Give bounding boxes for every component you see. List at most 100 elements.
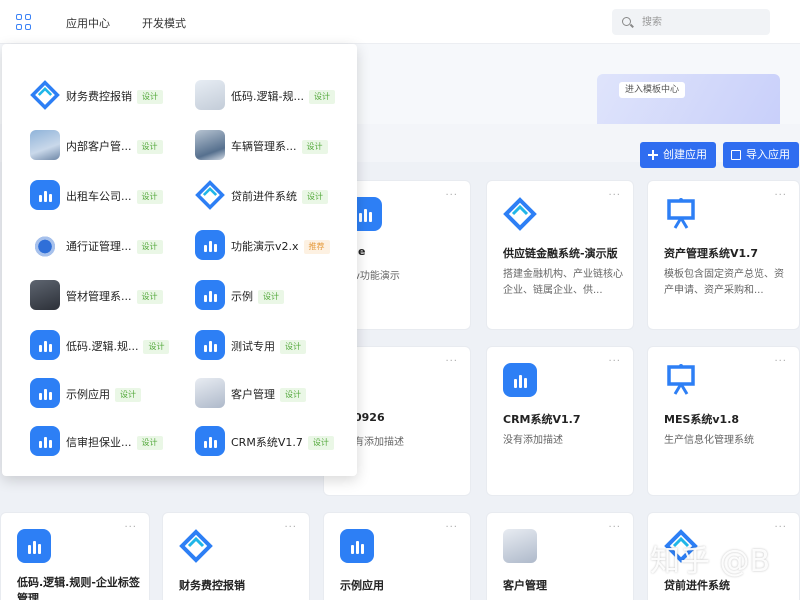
- card-desc: 生产信息化管理系统: [664, 435, 754, 446]
- more-icon[interactable]: ···: [445, 523, 458, 533]
- dropdown-item-label: 车辆管理系... 设计: [231, 138, 328, 154]
- dropdown-item[interactable]: 信审担保业... 设计: [30, 426, 195, 458]
- card-title: MES系统v1.8: [664, 413, 740, 426]
- design-badge: 设计: [136, 140, 163, 154]
- card-title: 0926: [354, 411, 385, 424]
- design-badge: 设计: [137, 90, 163, 104]
- more-icon[interactable]: ···: [124, 523, 137, 533]
- more-icon[interactable]: ···: [774, 357, 787, 367]
- dropdown-item[interactable]: 出租车公司... 设计: [30, 180, 195, 212]
- dropdown-item[interactable]: 客户管理 设计: [195, 378, 360, 410]
- search-input[interactable]: [642, 14, 762, 30]
- diamond-logo-icon: [30, 80, 60, 110]
- app-grid-icon[interactable]: [16, 14, 32, 30]
- more-icon[interactable]: ···: [774, 523, 787, 533]
- create-app-label: 创建应用: [663, 148, 707, 161]
- dropdown-item-label: 出租车公司... 设计: [66, 188, 163, 204]
- dropdown-item[interactable]: 功能演示v2.x 推荐: [195, 230, 360, 262]
- card-desc: 没有添加描述: [503, 435, 563, 446]
- bar-chart-app-icon: [30, 180, 60, 210]
- more-icon[interactable]: ···: [445, 191, 458, 201]
- app-card[interactable]: ··· 供应链金融系统-演示版 搭建金融机构、产业链核心企业、链属企业、供...: [486, 180, 634, 330]
- dropdown-item[interactable]: 示例应用 设计: [30, 378, 195, 410]
- car-photo-icon: [195, 130, 225, 160]
- dropdown-item-label: 通行证管理... 设计: [66, 238, 163, 254]
- dropdown-item-label: 低码.逻辑-规... 设计: [231, 88, 335, 104]
- card-title: 客户管理: [503, 579, 547, 592]
- design-badge: 设计: [258, 290, 284, 304]
- dropdown-item[interactable]: 测试专用 设计: [195, 330, 360, 362]
- card-title: 供应链金融系统-演示版: [503, 247, 618, 260]
- import-app-button[interactable]: 导入应用: [723, 142, 799, 168]
- more-icon[interactable]: ···: [608, 523, 621, 533]
- more-icon[interactable]: ···: [608, 191, 621, 201]
- dropdown-item[interactable]: 贷前进件系统 设计: [195, 180, 360, 212]
- card-desc: 搭建金融机构、产业链核心企业、链属企业、供...: [503, 269, 623, 296]
- enter-template-center-button[interactable]: 进入模板中心: [619, 82, 686, 98]
- bar-chart-app-icon: [30, 426, 60, 456]
- globe-network-icon: [30, 230, 60, 260]
- diamond-logo-icon: [503, 197, 537, 231]
- bar-chart-app-icon: [195, 426, 225, 456]
- cube-3d-icon: [195, 378, 225, 408]
- app-card[interactable]: ··· 资产管理系统V1.7 模板包含固定资产总览、资产申请、资产采购和...: [647, 180, 800, 330]
- dropdown-item[interactable]: 示例 设计: [195, 280, 360, 312]
- dropdown-item[interactable]: 车辆管理系... 设计: [195, 130, 360, 162]
- dropdown-item[interactable]: 管材管理系... 设计: [30, 280, 195, 312]
- dropdown-item[interactable]: 内部客户管... 设计: [30, 130, 195, 162]
- nav-dev-mode[interactable]: 开发模式: [142, 15, 186, 31]
- dropdown-item[interactable]: CRM系统V1.7 设计: [195, 426, 360, 458]
- top-bar: 应用中心 开发模式: [0, 0, 800, 44]
- card-title: 财务费控报销: [179, 579, 245, 592]
- card-title: 资产管理系统V1.7: [664, 247, 758, 260]
- dropdown-item[interactable]: 通行证管理... 设计: [30, 230, 195, 262]
- design-badge: 设计: [301, 140, 328, 154]
- nav-app-center[interactable]: 应用中心: [66, 15, 110, 31]
- design-badge: 设计: [136, 290, 163, 304]
- bar-chart-app-icon: [195, 230, 225, 260]
- app-card[interactable]: ··· CRM系统V1.7 没有添加描述: [486, 346, 634, 496]
- dropdown-item[interactable]: 低码.逻辑-规... 设计: [195, 80, 360, 112]
- diamond-logo-icon: [179, 529, 213, 563]
- app-card[interactable]: ··· 低码.逻辑.规则-企业标签管理: [0, 512, 150, 600]
- app-card[interactable]: ··· 客户管理: [486, 512, 634, 600]
- search-icon: [622, 17, 631, 26]
- app-card[interactable]: ··· 财务费控报销: [162, 512, 310, 600]
- design-badge: 设计: [280, 340, 306, 354]
- dropdown-item-label: 管材管理系... 设计: [66, 288, 163, 304]
- card-desc: 模板包含固定资产总览、资产申请、资产采购和...: [664, 269, 784, 296]
- card-desc: 有添加描述: [354, 437, 404, 448]
- more-icon[interactable]: ···: [445, 357, 458, 367]
- design-badge: 设计: [143, 340, 170, 354]
- watermark: 知乎 @B: [650, 544, 771, 579]
- import-app-label: 导入应用: [746, 148, 790, 161]
- bar-chart-app-icon: [195, 330, 225, 360]
- design-badge: 设计: [308, 90, 335, 104]
- presentation-board-icon: [664, 363, 698, 397]
- dropdown-item-label: 内部客户管... 设计: [66, 138, 163, 154]
- app-card[interactable]: ··· MES系统v1.8 生产信息化管理系统: [647, 346, 800, 496]
- office-photo-icon: [30, 130, 60, 160]
- create-app-button[interactable]: 创建应用: [640, 142, 716, 168]
- card-title: CRM系统V1.7: [503, 413, 581, 426]
- more-icon[interactable]: ···: [608, 357, 621, 367]
- dropdown-item-label: 贷前进件系统 设计: [231, 188, 328, 204]
- more-icon[interactable]: ···: [284, 523, 297, 533]
- dropdown-item[interactable]: 低码.逻辑.规... 设计: [30, 330, 195, 362]
- bar-chart-app-icon: [30, 378, 60, 408]
- design-badge: 设计: [136, 240, 163, 254]
- dropdown-item[interactable]: 财务费控报销 设计: [30, 80, 195, 112]
- card-title: 低码.逻辑.规则-企业标签管理: [17, 576, 140, 600]
- design-badge: 设计: [307, 436, 334, 450]
- dropdown-item-label: 财务费控报销 设计: [66, 88, 163, 104]
- app-card[interactable]: ··· 示例应用: [323, 512, 471, 600]
- dropdown-item-label: 示例应用 设计: [66, 386, 141, 402]
- card-title: 示例应用: [340, 579, 384, 592]
- more-icon[interactable]: ···: [774, 191, 787, 201]
- bar-chart-app-icon: [195, 280, 225, 310]
- dropdown-item-label: 低码.逻辑.规... 设计: [66, 338, 170, 354]
- search-box[interactable]: [612, 9, 770, 35]
- design-badge: 设计: [136, 190, 163, 204]
- dropdown-item-label: 客户管理 设计: [231, 386, 306, 402]
- design-badge: 设计: [302, 190, 328, 204]
